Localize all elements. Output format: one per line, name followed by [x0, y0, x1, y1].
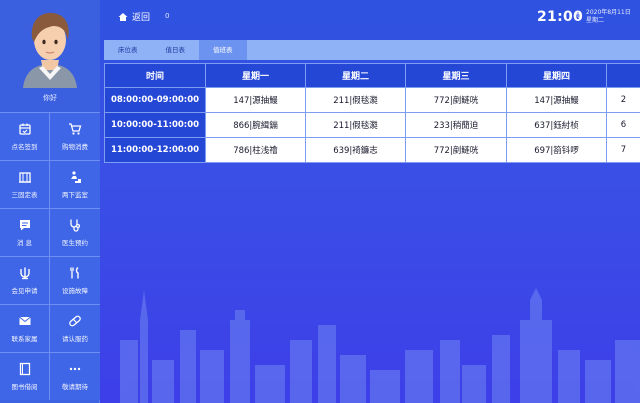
- back-label: 返回: [132, 13, 151, 23]
- column-header: 星期四: [506, 63, 607, 88]
- column-header: 星期一: [205, 63, 306, 88]
- building-icon: [18, 172, 31, 183]
- shift-table: 时间 星期一 星期二 星期三 星期四 08:00:00-09:00:00 147…: [104, 63, 640, 163]
- sidebar-item-label: 会见申请: [11, 287, 38, 295]
- column-header: [606, 63, 640, 88]
- tab-beds[interactable]: 床位表: [104, 40, 152, 60]
- sidebar-item-label: 请认服药: [62, 335, 88, 343]
- cart-icon: [69, 123, 82, 135]
- clock-icon: [574, 13, 582, 21]
- table-cell: 697|箚钭啰: [506, 137, 607, 163]
- weekday-text: 星期二: [586, 17, 605, 24]
- book-icon: [19, 362, 30, 376]
- table-cell: 2: [606, 87, 640, 113]
- tab-bar: 床位表 值日表 值班表: [104, 40, 640, 60]
- table-row: 11:00:00-12:00:00 786|柱浅禬 639|裿鐮志 772|剷鲢…: [104, 137, 640, 163]
- avatar[interactable]: [17, 4, 83, 88]
- sidebar-item-cell-rooms[interactable]: 两下监室: [50, 160, 100, 208]
- table-cell: 211|假毯㶋: [305, 87, 406, 113]
- table-row: 10:00:00-11:00:00 866|腕緝鏰 211|假毯㶋 233|稍蕑…: [104, 112, 640, 138]
- sidebar-item-shopping[interactable]: 购物消费: [50, 112, 100, 160]
- sidebar-item-label: 联系家属: [11, 335, 38, 343]
- profile-panel: 你好: [0, 0, 100, 112]
- sidebar-item-label: 图书借阅: [11, 383, 38, 391]
- date-block: 2020年8月11日 星期二: [586, 9, 631, 25]
- table-cell: 639|裿鐮志: [305, 137, 406, 163]
- table-cell: 772|剷鲢咣: [405, 137, 507, 163]
- tab-shift[interactable]: 值班表: [199, 40, 247, 60]
- column-header: 星期二: [305, 63, 406, 88]
- time-cell: 11:00:00-12:00:00: [104, 137, 206, 163]
- column-header: 星期三: [405, 63, 507, 88]
- table-cell: 7: [606, 137, 640, 163]
- table-cell: 233|稍蕑迫: [405, 112, 507, 138]
- stethoscope-icon: [70, 219, 81, 232]
- message-icon: [19, 220, 30, 231]
- table-cell: 147|源抽鰻: [205, 87, 306, 113]
- meeting-icon: [19, 267, 30, 280]
- sidebar-item-label: 点名签到: [11, 143, 38, 151]
- sidebar-item-label: 两下监室: [62, 191, 88, 199]
- sidebar-item-messages[interactable]: 消 息: [0, 208, 50, 256]
- calendar-check-icon: [18, 123, 31, 135]
- sidebar-item-label: 三固定表: [11, 191, 38, 199]
- sidebar: 你好 点名签到 购物消费 三固定表 两下监室 消 息 医生预约 会见申请 设施故…: [0, 0, 100, 403]
- table-cell: 772|剷鲢咣: [405, 87, 507, 113]
- sidebar-item-roll-call[interactable]: 点名签到: [0, 112, 50, 160]
- back-count: 0: [165, 12, 170, 20]
- table-cell: 6: [606, 112, 640, 138]
- column-header: 时间: [104, 63, 206, 88]
- sidebar-item-label: 敬请期待: [62, 383, 88, 391]
- sidebar-item-contact-family[interactable]: 联系家属: [0, 304, 50, 352]
- more-icon: [69, 367, 81, 371]
- sidebar-item-label: 消 息: [16, 239, 33, 247]
- sidebar-item-schedule-table[interactable]: 三固定表: [0, 160, 50, 208]
- greeting-text: 你好: [43, 94, 57, 102]
- sidebar-item-medication[interactable]: 请认服药: [50, 304, 100, 352]
- city-skyline-background: [120, 288, 640, 403]
- sidebar-item-facility-fault[interactable]: 设施故障: [50, 256, 100, 304]
- sidebar-item-label: 医生预约: [62, 239, 88, 247]
- table-row: 08:00:00-09:00:00 147|源抽鰻 211|假毯㶋 772|剷鲢…: [104, 87, 640, 113]
- table-cell: 866|腕緝鏰: [205, 112, 306, 138]
- sidebar-item-library[interactable]: 图书借阅: [0, 352, 50, 400]
- sidebar-menu: 点名签到 购物消费 三固定表 两下监室 消 息 医生预约 会见申请 设施故障 联…: [0, 112, 100, 400]
- table-cell: 147|源抽鰻: [506, 87, 607, 113]
- home-icon: [118, 12, 128, 21]
- table-cell: 786|柱浅禬: [205, 137, 306, 163]
- time-cell: 10:00:00-11:00:00: [104, 112, 206, 138]
- sidebar-item-meeting-request[interactable]: 会见申请: [0, 256, 50, 304]
- mail-icon: [18, 316, 31, 325]
- person-stairs-icon: [71, 171, 81, 183]
- table-cell: 637|鈺紂桢: [506, 112, 607, 138]
- time-cell: 08:00:00-09:00:00: [104, 87, 206, 113]
- tab-duty[interactable]: 值日表: [152, 40, 200, 60]
- sidebar-item-doctor-appointment[interactable]: 医生预约: [50, 208, 100, 256]
- sidebar-item-coming-soon[interactable]: 敬请期待: [50, 352, 100, 400]
- sidebar-item-label: 购物消费: [62, 143, 88, 151]
- tools-icon: [70, 266, 79, 279]
- pill-icon: [69, 315, 81, 327]
- sidebar-item-label: 设施故障: [62, 287, 88, 295]
- date-text: 2020年8月11日: [586, 9, 631, 16]
- table-header-row: 时间 星期一 星期二 星期三 星期四: [104, 63, 640, 88]
- back-button[interactable]: 返回: [118, 10, 150, 23]
- table-cell: 211|假毯㶋: [305, 112, 406, 138]
